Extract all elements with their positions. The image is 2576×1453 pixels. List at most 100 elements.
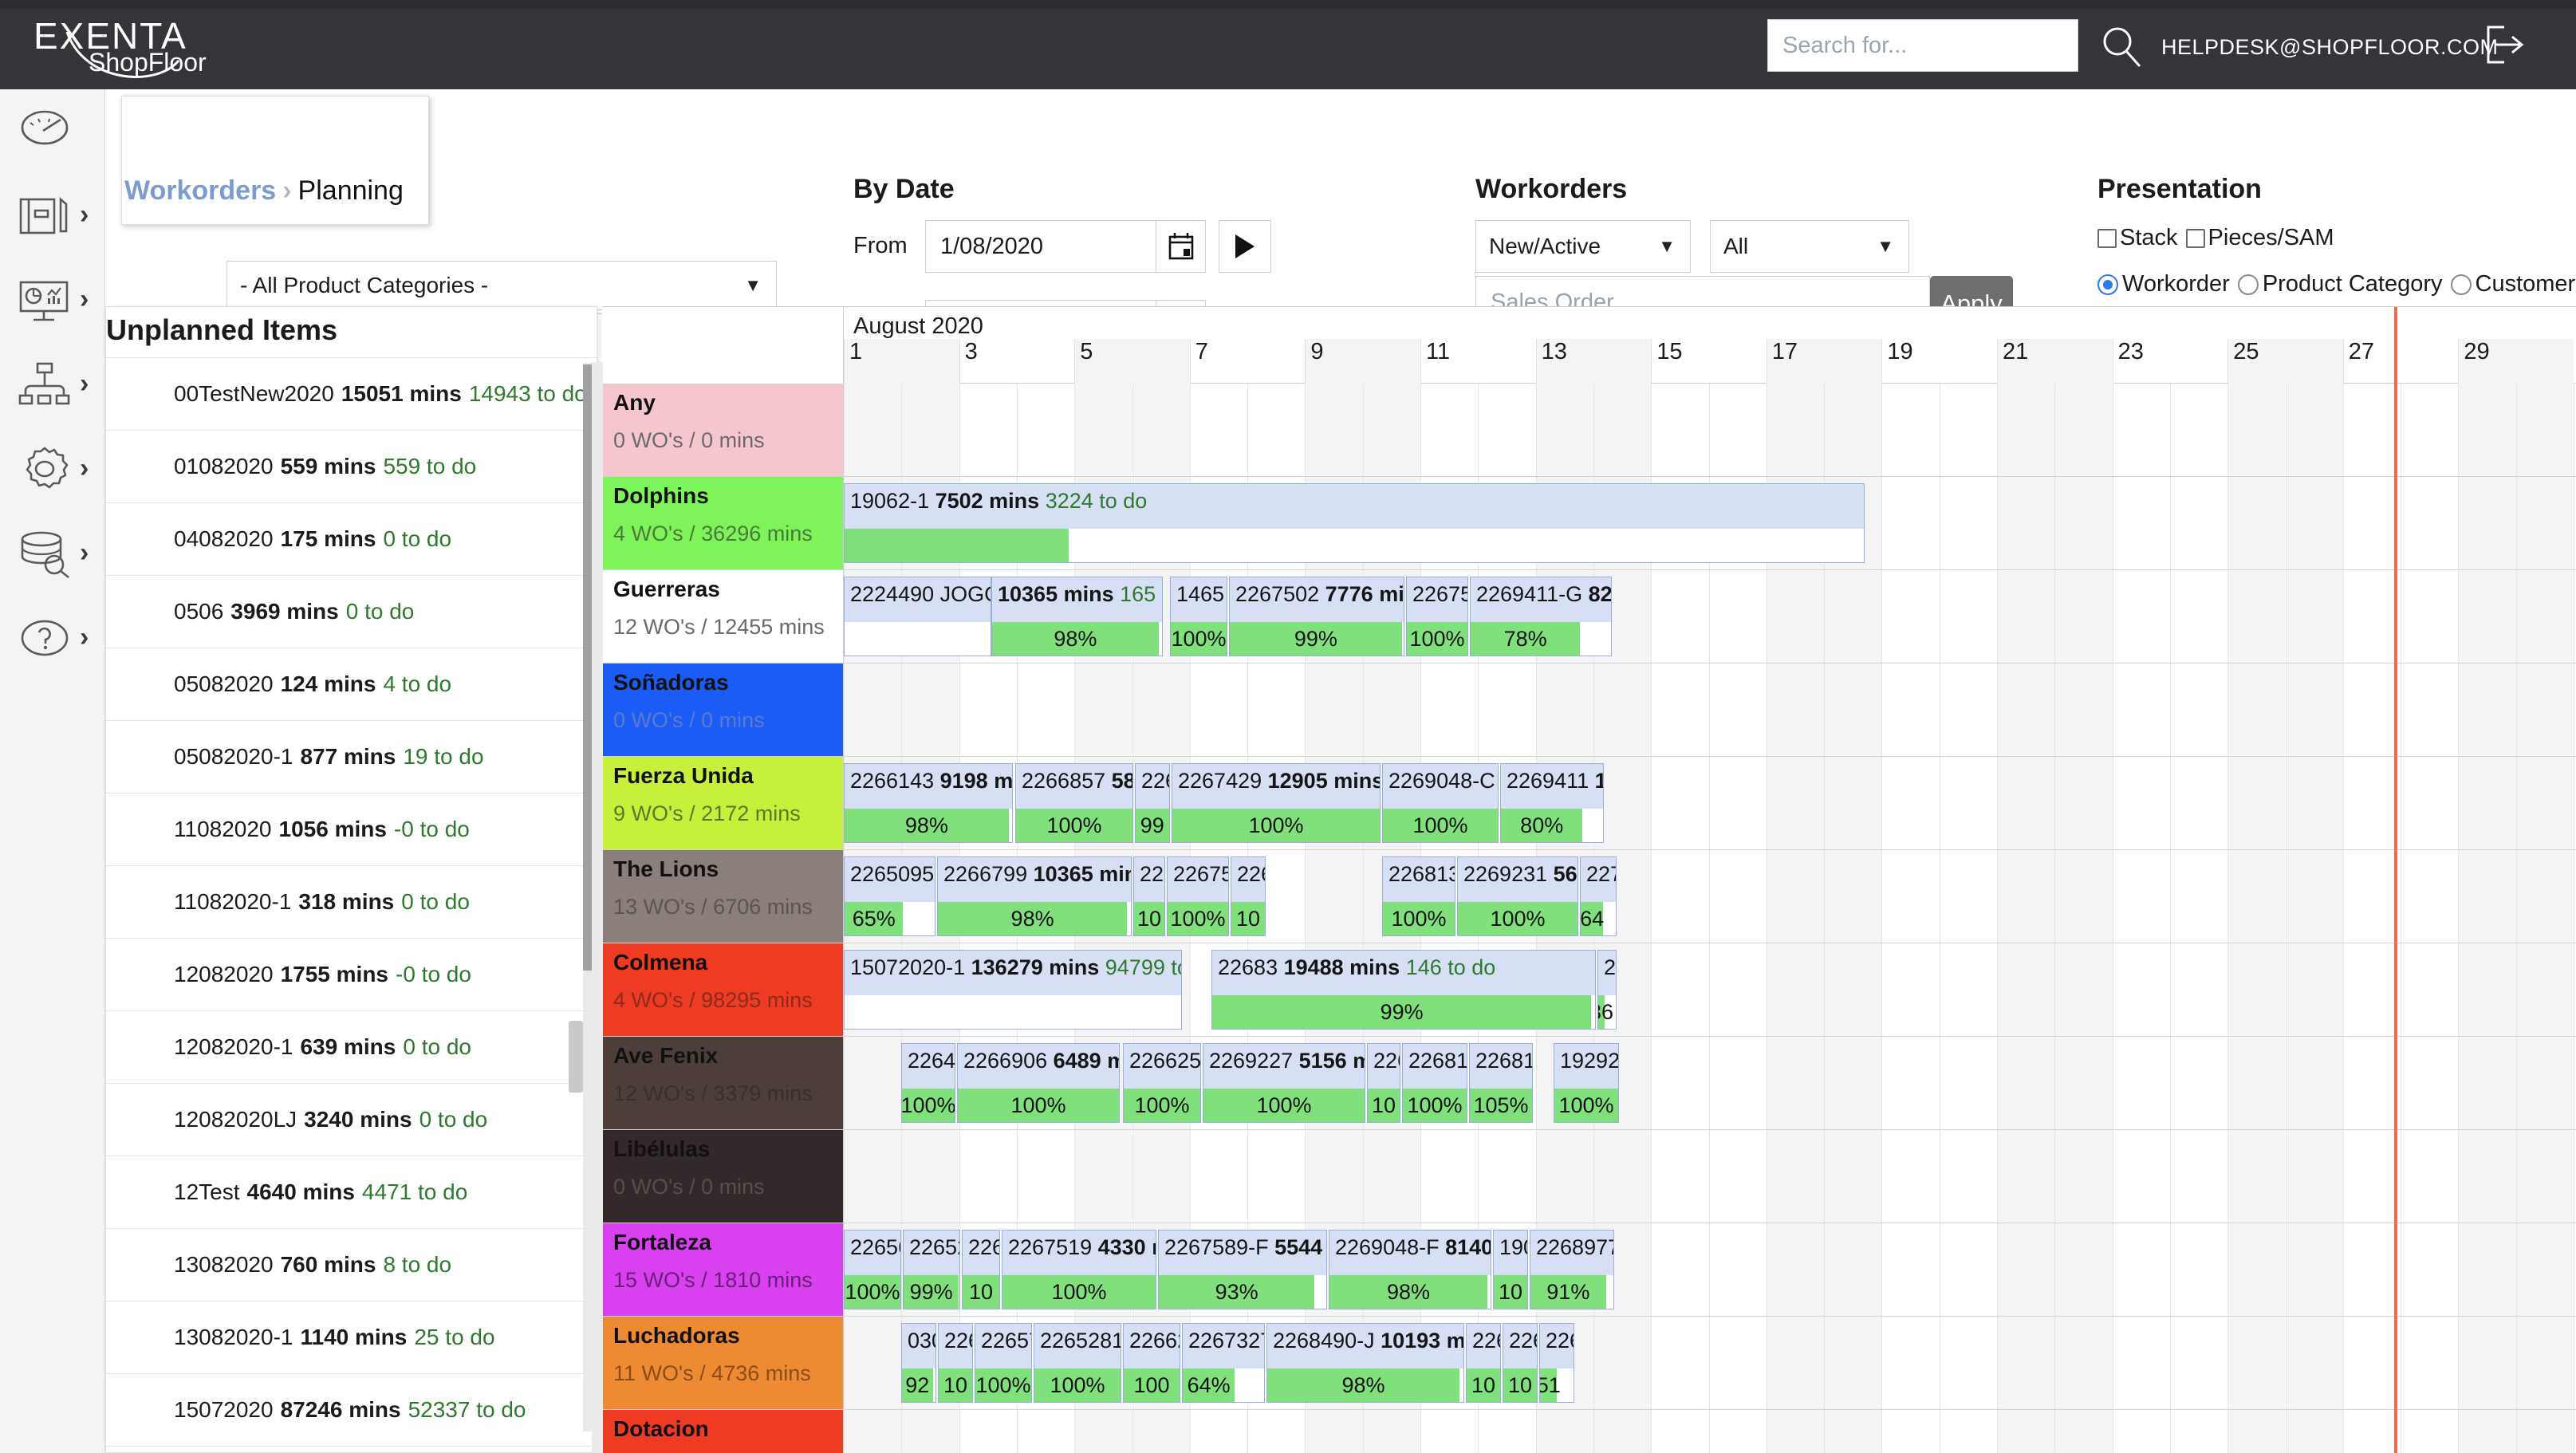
gantt-bar[interactable]: 2266 10 <box>1133 856 1165 936</box>
gantt-bar[interactable]: 2268138-C 100% <box>1382 856 1455 936</box>
gantt-bar[interactable]: 2265095-5 5564 65% <box>844 856 935 936</box>
workorder-status-select[interactable]: New/Active ▼ <box>1475 220 1691 273</box>
gantt-bar[interactable]: 2268977-F 91% <box>1530 1230 1614 1309</box>
gantt-row-label[interactable]: Libélulas0 WO's / 0 mins <box>602 1130 844 1223</box>
gantt-bar[interactable]: 2266143 9198 mins 162 to do98% <box>844 763 1013 843</box>
product-category-select[interactable]: - All Product Categories - ▼ <box>226 261 777 310</box>
gantt-row-label[interactable]: Soñadoras0 WO's / 0 mins <box>602 663 844 756</box>
gantt-bar[interactable]: 2268490-J 10193 mins 219 to do98% <box>1266 1323 1464 1403</box>
gantt-bar[interactable]: 2267 10 <box>1503 1323 1538 1403</box>
gantt-bar[interactable]: 2268138-2 105% <box>1469 1043 1533 1123</box>
gantt-bar[interactable]: 2264982 5 100% <box>901 1043 955 1123</box>
gantt-row-label[interactable]: Guerreras12 WO's / 12455 mins <box>602 570 844 663</box>
gantt-bar[interactable]: 2266906 6489 mins 5 to do100% <box>957 1043 1120 1123</box>
gantt-bar[interactable]: 2269048-C 4884 mins 100% <box>1382 763 1499 843</box>
gantt-row-label[interactable]: Fortaleza15 WO's / 1810 mins <box>602 1223 844 1316</box>
gantt-bar[interactable]: 2267589-L 100% <box>1167 856 1229 936</box>
logout-icon[interactable] <box>2480 22 2525 67</box>
sidebar-item-structure[interactable]: › <box>0 348 105 421</box>
unplanned-list-item[interactable]: 05063969 mins0 to do <box>106 576 597 648</box>
gantt-bar[interactable]: 2269411-G 8210 mins 180078% <box>1470 577 1612 656</box>
gantt-row-label[interactable]: Ave Fenix12 WO's / 3379 mins <box>602 1037 844 1129</box>
radio-customer[interactable]: Customer <box>2451 271 2576 297</box>
radio-workorder[interactable]: Workorder <box>2097 271 2230 297</box>
unplanned-list-item[interactable]: 00TestNew202015051 mins14943 to do <box>106 358 597 431</box>
gantt-bar[interactable]: 1901 10 <box>1493 1230 1528 1309</box>
sidebar-item-data[interactable]: › <box>0 517 105 590</box>
gantt-row-label[interactable]: Dolphins4 WO's / 36296 mins <box>602 477 844 569</box>
gantt-vertical-scrollbar[interactable] <box>592 362 603 1453</box>
stack-checkbox[interactable]: Stack <box>2097 225 2178 251</box>
search-icon[interactable] <box>2097 22 2145 70</box>
gantt-bar[interactable]: 2267 10 <box>1231 856 1266 936</box>
unplanned-list-item[interactable]: 12Test4640 mins4471 to do <box>106 1156 597 1229</box>
breadcrumb-parent-link[interactable]: Workorders <box>124 175 276 206</box>
gantt-bar[interactable]: 2267545-C 100% <box>1406 577 1468 656</box>
gantt-row-label[interactable]: Fuerza Unida9 WO's / 2172 mins <box>602 757 844 849</box>
gantt-bar[interactable]: 2265 10 <box>938 1323 973 1403</box>
from-calendar-button[interactable] <box>1156 220 1206 273</box>
gantt-bar[interactable]: 2269227 5156 mins 0 to do100% <box>1203 1043 1365 1123</box>
gantt-bar[interactable]: 2271 64 <box>1580 856 1617 936</box>
unplanned-list-item[interactable]: 13082020-11140 mins25 to do <box>106 1301 597 1374</box>
play-button[interactable] <box>1219 220 1271 273</box>
gantt-bar[interactable]: 2269048-F 8140 mins 126 to do98% <box>1329 1230 1491 1309</box>
gantt-bar[interactable]: 22683 19488 mins 146 to do99% <box>1211 950 1596 1030</box>
gantt-bar[interactable]: 15072020-1 136279 mins 94799 to do <box>844 950 1182 1030</box>
gantt-bar[interactable]: 2267 10 <box>1367 1043 1400 1123</box>
gantt-bar[interactable]: 2269411 10155 80% <box>1500 763 1604 843</box>
unplanned-list-item[interactable]: 11082020-1318 mins0 to do <box>106 866 597 939</box>
panel-resize-handle[interactable] <box>569 1021 583 1093</box>
sidebar-item-settings[interactable]: › <box>0 432 105 506</box>
gantt-bar[interactable]: 10365 mins 165 to do98% <box>991 577 1163 656</box>
unplanned-list-item[interactable]: 01082020559 mins559 to do <box>106 431 597 503</box>
unplanned-items-list[interactable]: 00TestNew202015051 mins14943 to do010820… <box>106 358 597 1452</box>
gantt-row-label[interactable]: Luchadoras11 WO's / 4736 mins <box>602 1317 844 1409</box>
gantt-bar[interactable]: 1465 2201 100% <box>1170 577 1227 656</box>
gantt-bar[interactable]: 2224490 JOGGER 11087 m <box>844 577 991 656</box>
gantt-row-label[interactable]: The Lions13 WO's / 6706 mins <box>602 850 844 943</box>
gantt-bar[interactable]: 19062-1 7502 mins 3224 to do <box>844 483 1865 563</box>
gantt-bar[interactable]: 2266251-AF 539 100% <box>1123 1043 1201 1123</box>
sidebar-item-reports[interactable]: › <box>0 263 105 337</box>
unplanned-list-item[interactable]: 05082020-1877 mins19 to do <box>106 721 597 793</box>
unplanned-list-item[interactable]: 04082020175 mins0 to do <box>106 503 597 576</box>
sidebar-item-entry[interactable]: › <box>0 179 105 252</box>
unplanned-list-item[interactable]: 1507202087246 mins52337 to do <box>106 1374 597 1447</box>
gantt-bar[interactable]: 2265652-L 100% <box>844 1230 901 1309</box>
gantt-bar[interactable]: 2268 10 <box>1466 1323 1501 1403</box>
gantt-bar[interactable]: 2267327-L 5573 64% <box>1182 1323 1265 1403</box>
gantt-row-label[interactable]: Dotacion <box>602 1410 844 1453</box>
gantt-bar[interactable]: 2266857 5850 mins 0100% <box>1015 763 1133 843</box>
search-input[interactable] <box>1767 19 2078 72</box>
unplanned-list-item[interactable]: 13082020760 mins8 to do <box>106 1229 597 1301</box>
unplanned-list-item[interactable]: 12082020-1639 mins0 to do <box>106 1011 597 1084</box>
unplanned-list-item[interactable]: 05082020124 mins4 to do <box>106 648 597 721</box>
unplanned-list-item[interactable]: 110820201056 mins-0 to do <box>106 793 597 866</box>
gantt-bar[interactable]: 2265 10 <box>962 1230 1000 1309</box>
app-logo[interactable]: EXENTA ShopFloor <box>29 11 364 80</box>
gantt-bar[interactable]: 0308 92 <box>901 1323 936 1403</box>
gantt-bar[interactable]: 2265 99 <box>1135 763 1170 843</box>
gantt-bar[interactable]: 2265795 3 100% <box>975 1323 1032 1403</box>
gantt-bar[interactable]: 2267589-F 5544 mins 401 to do93% <box>1158 1230 1327 1309</box>
unplanned-list-item[interactable]: 12082020LJ3240 mins0 to do <box>106 1084 597 1156</box>
gantt-bar[interactable]: 2266799 10365 mins 243 to do98% <box>937 856 1132 936</box>
sidebar-item-dashboard[interactable] <box>0 94 105 167</box>
gantt-bar[interactable]: 2265245 1 99% <box>903 1230 960 1309</box>
gantt-bar[interactable]: 2269231 5687 mins 9100% <box>1457 856 1578 936</box>
gantt-bar[interactable]: 2265281 2534 n 100% <box>1034 1323 1121 1403</box>
gantt-bar[interactable]: 2267429 12905 mins 0 to do100% <box>1172 763 1381 843</box>
gantt-row-label[interactable]: Any0 WO's / 0 mins <box>602 384 844 476</box>
gantt-row-label[interactable]: Colmena4 WO's / 98295 mins <box>602 943 844 1036</box>
sidebar-item-help[interactable]: › <box>0 601 105 675</box>
gantt-bar[interactable]: 2267502 7776 mins 62 to do99% <box>1229 577 1404 656</box>
workorder-scope-select[interactable]: All ▼ <box>1710 220 1909 273</box>
gantt-bar[interactable]: 2271 36 <box>1597 950 1617 1030</box>
gantt-bar[interactable]: 2268 51 <box>1539 1323 1574 1403</box>
pieces-sam-checkbox[interactable]: Pieces/SAM <box>2186 225 2334 251</box>
unplanned-list-item[interactable]: 120820201755 mins-0 to do <box>106 939 597 1011</box>
gantt-bar[interactable]: 2267519 4330 mins 10 to do100% <box>1002 1230 1156 1309</box>
gantt-bar[interactable]: 19292 601 100% <box>1554 1043 1619 1123</box>
gantt-bar[interactable]: 2266251 5 100 <box>1123 1323 1180 1403</box>
